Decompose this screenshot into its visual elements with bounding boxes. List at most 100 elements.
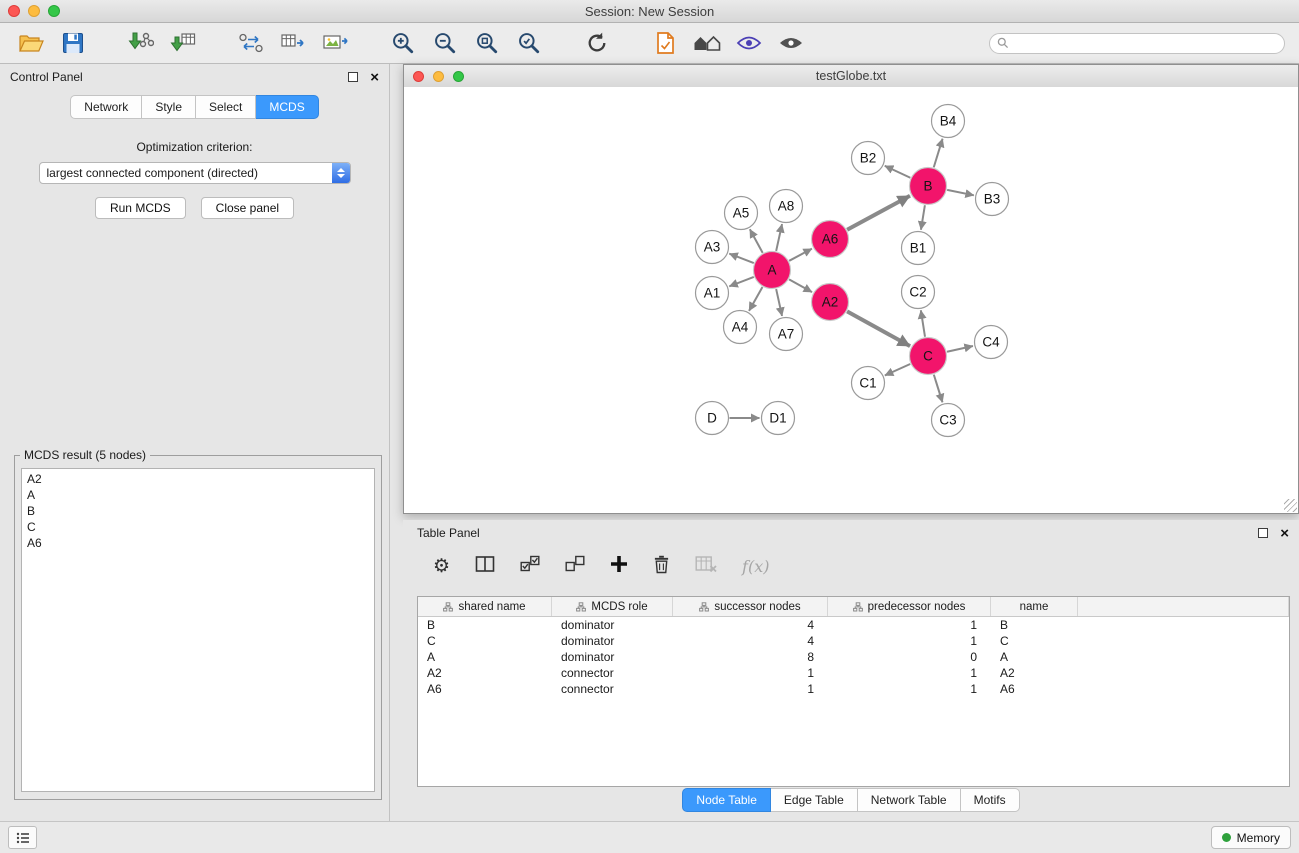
- open-session-button[interactable]: [13, 27, 49, 59]
- show-hide-button[interactable]: [773, 27, 809, 59]
- run-mcds-button[interactable]: Run MCDS: [95, 197, 186, 219]
- graph-edge-A-A4[interactable]: [749, 287, 762, 311]
- graph-edge-B-B3[interactable]: [947, 190, 974, 195]
- column-header[interactable]: MCDS role: [552, 597, 673, 616]
- cell-successor-nodes: 4: [673, 634, 828, 648]
- table-row[interactable]: A dominator 8 0 A: [418, 649, 1289, 665]
- graph-edge-A-A8[interactable]: [776, 224, 782, 251]
- list-item[interactable]: A2: [27, 471, 369, 487]
- graph-edge-B-B4[interactable]: [934, 139, 943, 168]
- column-label: name: [1020, 601, 1049, 613]
- zoom-traffic-light[interactable]: [48, 5, 60, 17]
- graph-node-label: B: [923, 179, 932, 194]
- column-header[interactable]: successor nodes: [673, 597, 828, 616]
- tab-motifs[interactable]: Motifs: [961, 788, 1020, 812]
- list-item[interactable]: A: [27, 487, 369, 503]
- zoom-selected-button[interactable]: [511, 27, 547, 59]
- nw-minimize-traffic-light[interactable]: [433, 71, 444, 82]
- search-field[interactable]: [989, 33, 1285, 54]
- import-network-button[interactable]: [123, 27, 159, 59]
- minimize-traffic-light[interactable]: [28, 5, 40, 17]
- graph-edge-A-A1[interactable]: [729, 277, 754, 286]
- graph-edge-A-A6[interactable]: [789, 249, 812, 261]
- network-overview-button[interactable]: [689, 27, 725, 59]
- tab-network-table[interactable]: Network Table: [858, 788, 961, 812]
- network-window-title: testGlobe.txt: [404, 69, 1298, 83]
- tab-style[interactable]: Style: [142, 95, 196, 119]
- float-panel-icon[interactable]: [348, 72, 358, 82]
- import-table-button[interactable]: [165, 27, 201, 59]
- resize-grip[interactable]: [1284, 499, 1297, 512]
- graph-edge-A-A7[interactable]: [776, 289, 782, 316]
- table-row[interactable]: A2 connector 1 1 A2: [418, 665, 1289, 681]
- table-panel-title: Table Panel: [417, 526, 480, 540]
- column-header[interactable]: predecessor nodes: [828, 597, 991, 616]
- cell-mcds-role: dominator: [552, 618, 673, 632]
- network-view-window: testGlobe.txt B4B2BB3A5A8A6A3B1AA1C2A2A4…: [403, 64, 1299, 514]
- network-compare-button[interactable]: [233, 27, 269, 59]
- search-input[interactable]: [1014, 35, 1277, 51]
- snapshot-button[interactable]: [647, 27, 683, 59]
- column-header[interactable]: name: [991, 597, 1078, 616]
- table-row[interactable]: C dominator 4 1 C: [418, 633, 1289, 649]
- destroy-table-button[interactable]: [695, 555, 717, 578]
- tab-select[interactable]: Select: [196, 95, 256, 119]
- tab-network[interactable]: Network: [70, 95, 142, 119]
- zoom-in-button[interactable]: [385, 27, 421, 59]
- graph-edge-A-A2[interactable]: [789, 279, 812, 292]
- graph-edge-A-A3[interactable]: [729, 254, 754, 263]
- refresh-view-button[interactable]: [579, 27, 615, 59]
- main-toolbar: [0, 23, 1299, 64]
- tab-node-table[interactable]: Node Table: [682, 788, 771, 812]
- graph-edge-B-B2[interactable]: [885, 166, 911, 178]
- graph-edge-C-C3[interactable]: [934, 375, 943, 403]
- function-builder-button[interactable]: f(x): [742, 557, 769, 576]
- table-float-panel-icon[interactable]: [1258, 528, 1268, 538]
- select-all-button[interactable]: [520, 555, 540, 578]
- close-panel-icon[interactable]: ×: [370, 70, 379, 85]
- list-item[interactable]: B: [27, 503, 369, 519]
- memory-button[interactable]: Memory: [1211, 826, 1291, 849]
- table-close-panel-icon[interactable]: ×: [1280, 526, 1289, 541]
- delete-column-button[interactable]: [653, 554, 670, 579]
- table-row[interactable]: A6 connector 1 1 A6: [418, 681, 1289, 697]
- list-item[interactable]: C: [27, 519, 369, 535]
- snapshot-document-icon: [655, 31, 676, 55]
- graph-edge-A2-C[interactable]: [847, 311, 910, 346]
- graph-edge-C-C4[interactable]: [947, 346, 973, 352]
- zoom-fit-button[interactable]: [469, 27, 505, 59]
- save-floppy-icon: [62, 32, 84, 54]
- show-columns-button[interactable]: [475, 555, 495, 578]
- graph-edge-C-C1[interactable]: [885, 364, 910, 375]
- close-panel-button[interactable]: Close panel: [201, 197, 294, 219]
- application-window: Session: New Session: [0, 0, 1299, 853]
- criterion-dropdown[interactable]: largest connected component (directed): [39, 162, 351, 184]
- nw-zoom-traffic-light[interactable]: [453, 71, 464, 82]
- export-image-button[interactable]: [317, 27, 353, 59]
- table-row[interactable]: B dominator 4 1 B: [418, 617, 1289, 633]
- column-header[interactable]: shared name: [418, 597, 552, 616]
- graph-edge-C-C2[interactable]: [921, 310, 925, 336]
- deselect-all-button[interactable]: [565, 555, 585, 578]
- tab-mcds[interactable]: MCDS: [256, 95, 318, 119]
- graph-node-label: A4: [732, 320, 749, 335]
- nw-close-traffic-light[interactable]: [413, 71, 424, 82]
- graph-edge-A-A5[interactable]: [750, 229, 763, 253]
- tab-edge-table[interactable]: Edge Table: [771, 788, 858, 812]
- graphics-details-button[interactable]: [731, 27, 767, 59]
- network-graph[interactable]: B4B2BB3A5A8A6A3B1AA1C2A2A4A7C4CC1C3DD1: [404, 87, 1298, 514]
- graph-edge-A6-B[interactable]: [847, 196, 910, 230]
- close-traffic-light[interactable]: [8, 5, 20, 17]
- list-item[interactable]: A6: [27, 535, 369, 551]
- export-table-button[interactable]: [275, 27, 311, 59]
- memory-label: Memory: [1237, 831, 1280, 845]
- dropdown-stepper[interactable]: [332, 163, 350, 183]
- task-history-button[interactable]: [8, 826, 37, 849]
- chevron-down-icon: [337, 174, 345, 178]
- table-settings-button[interactable]: ⚙: [433, 557, 450, 576]
- graph-edge-B-B1[interactable]: [921, 205, 925, 229]
- mcds-result-list[interactable]: A2 A B C A6: [21, 468, 375, 792]
- zoom-out-button[interactable]: [427, 27, 463, 59]
- add-column-button[interactable]: [610, 555, 628, 578]
- save-session-button[interactable]: [55, 27, 91, 59]
